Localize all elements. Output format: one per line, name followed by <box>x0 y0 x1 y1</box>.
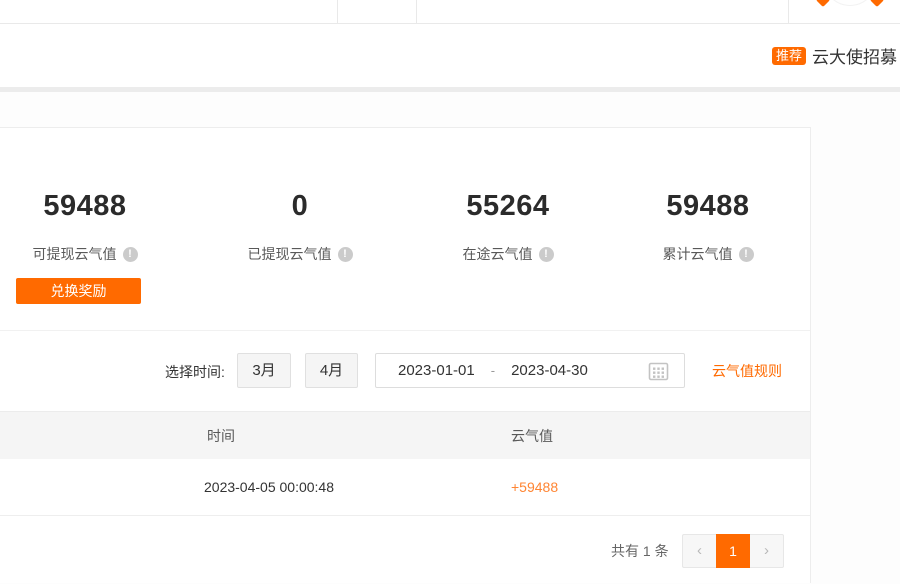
points-rules-link[interactable]: 云气值规则 <box>712 361 782 381</box>
info-icon[interactable] <box>338 247 353 262</box>
mascot-face-icon <box>825 0 875 5</box>
stat-label: 在途云气值 <box>408 244 608 264</box>
date-end-value[interactable]: 2023-04-30 <box>511 362 588 379</box>
top-nav-bar <box>0 0 900 24</box>
column-header-time: 时间 <box>207 412 235 460</box>
mascot-ear-icon <box>816 0 830 7</box>
stat-label-text: 累计云气值 <box>663 244 733 264</box>
stat-label: 已提现云气值 <box>200 244 400 264</box>
stat-label: 可提现云气值 <box>0 244 185 264</box>
info-icon[interactable] <box>739 247 754 262</box>
info-icon[interactable] <box>123 247 138 262</box>
nav-divider <box>337 0 338 23</box>
stat-label: 累计云气值 <box>608 244 808 264</box>
time-select-label: 选择时间: <box>165 362 225 382</box>
stat-label-text: 在途云气值 <box>463 244 533 264</box>
next-page-button[interactable]: › <box>750 534 784 568</box>
table-row: 2023-04-05 00:00:48 +59488 <box>0 459 810 516</box>
mascot-ear-icon <box>870 0 884 7</box>
stat-value: 59488 <box>0 190 185 223</box>
stat-value: 0 <box>200 190 400 223</box>
month-march-button[interactable]: 3月 <box>237 353 291 388</box>
prev-page-button[interactable]: ‹ <box>682 534 716 568</box>
redeem-reward-button[interactable]: 兑换奖励 <box>16 278 141 304</box>
date-range-picker[interactable]: 2023-01-01 - 2023-04-30 <box>375 353 685 388</box>
stat-label-text: 可提现云气值 <box>33 244 117 264</box>
pagination-bar: 共有 1 条 ‹ 1 › <box>0 516 810 584</box>
mascot-icon[interactable] <box>812 0 888 7</box>
month-april-button[interactable]: 4月 <box>305 353 358 388</box>
calendar-icon[interactable] <box>648 361 669 381</box>
cell-time: 2023-04-05 00:00:48 <box>204 459 334 515</box>
date-start-value[interactable]: 2023-01-01 <box>398 362 475 379</box>
column-header-points: 云气值 <box>511 412 553 460</box>
stats-section: 59488 可提现云气值 0 已提现云气值 55264 在途云气值 59488 … <box>0 128 810 331</box>
date-range-separator: - <box>491 363 495 378</box>
recommend-badge: 推荐 <box>772 47 806 65</box>
filter-row: 选择时间: 3月 4月 2023-01-01 - 2023-04-30 云气值规… <box>0 331 810 411</box>
stat-value: 55264 <box>408 190 608 223</box>
ambassador-recruit-link[interactable]: 云大使招募 <box>812 43 897 68</box>
info-icon[interactable] <box>539 247 554 262</box>
page-1-button[interactable]: 1 <box>716 534 750 568</box>
pager: ‹ 1 › <box>682 534 784 568</box>
nav-divider <box>416 0 417 23</box>
cell-points: +59488 <box>511 459 558 515</box>
promo-bar: 推荐 云大使招募 <box>0 24 900 92</box>
total-count-text: 共有 1 条 <box>611 541 669 561</box>
nav-divider <box>788 0 789 23</box>
stat-value: 59488 <box>608 190 808 223</box>
table-header: 时间 云气值 <box>0 411 810 459</box>
stat-label-text: 已提现云气值 <box>248 244 332 264</box>
cloud-points-card: 59488 可提现云气值 0 已提现云气值 55264 在途云气值 59488 … <box>0 127 811 583</box>
